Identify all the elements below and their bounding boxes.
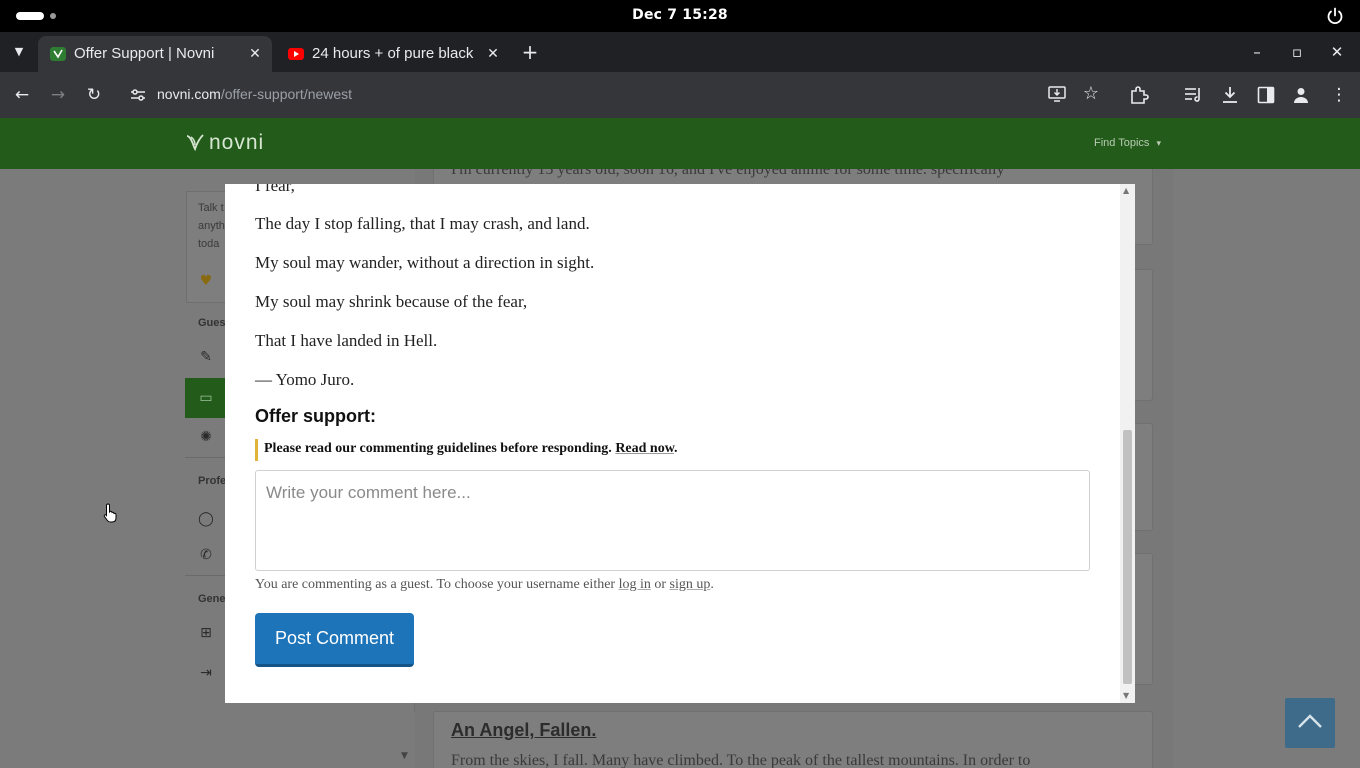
close-tab-icon[interactable]: ✕ — [484, 44, 502, 62]
post-excerpt: I'm currently 15 years old, soon 16, and… — [451, 169, 1005, 178]
side-panel-icon[interactable] — [1257, 86, 1275, 104]
scroll-to-top-button[interactable] — [1285, 698, 1335, 748]
scroll-up-arrow-icon[interactable]: ▲ — [1123, 187, 1132, 195]
url-host: novni.com — [157, 86, 221, 102]
back-icon[interactable]: ← — [10, 83, 34, 107]
tab-strip: ▼ Offer Support | Novni ✕ 24 hours + of … — [0, 32, 1360, 72]
new-tab-button[interactable]: + — [517, 40, 543, 66]
os-clock[interactable]: Dec 7 15:28 — [0, 7, 1360, 23]
offer-support-heading: Offer support: — [255, 406, 376, 426]
sign-in-icon[interactable]: ⇥ — [197, 665, 215, 681]
sidebar-section-heading: Gene — [198, 593, 226, 605]
commenting-guidelines-notice: Please read our commenting guidelines be… — [255, 439, 678, 461]
site-info-icon[interactable] — [130, 88, 146, 102]
guest-note: You are commenting as a guest. To choose… — [255, 577, 714, 593]
chevron-up-icon — [1298, 714, 1322, 728]
gift-icon[interactable]: ⊞ — [197, 625, 215, 641]
sidebar-section-heading: Profe — [198, 475, 227, 487]
close-tab-icon[interactable]: ✕ — [246, 44, 264, 62]
sidebar-divider — [185, 575, 227, 576]
novni-logo-icon — [186, 134, 204, 151]
or-text: or — [654, 577, 667, 592]
guidelines-end: . — [674, 441, 678, 456]
sign-up-link[interactable]: sign up — [670, 577, 711, 592]
reload-icon[interactable]: ↻ — [82, 83, 106, 107]
comment-input[interactable] — [255, 470, 1090, 571]
url-text[interactable]: novni.com/offer-support/newest — [157, 86, 352, 102]
power-icon[interactable] — [1326, 7, 1344, 25]
dropdown-arrow-icon: ▾ — [1156, 138, 1162, 148]
tab-offer-support[interactable]: Offer Support | Novni ✕ — [38, 36, 272, 72]
tab-title: Offer Support | Novni — [74, 45, 215, 62]
url-path: /offer-support/newest — [220, 86, 353, 102]
download-icon[interactable] — [1220, 86, 1240, 104]
scroll-down-arrow-icon[interactable]: ▼ — [1123, 692, 1132, 700]
phone-icon[interactable]: ✆ — [197, 547, 215, 563]
browser-toolbar: ← → ↻ novni.com/offer-support/newest ☆ ⋮ — [0, 72, 1360, 118]
mouse-cursor-icon — [103, 503, 117, 523]
sidebar-divider — [185, 457, 227, 458]
find-topics-label: Find Topics — [1094, 137, 1150, 149]
extensions-icon[interactable] — [1129, 85, 1149, 105]
post-title-link[interactable]: An Angel, Fallen. — [451, 720, 596, 741]
tab-search-button[interactable]: ▼ — [6, 40, 32, 64]
poem-line: My soul may wander, without a direction … — [255, 253, 595, 272]
poem-line: The day I stop falling, that I may crash… — [255, 214, 590, 233]
chat-icon[interactable]: ▭ — [197, 390, 215, 406]
youtube-icon — [288, 48, 304, 60]
minimize-icon[interactable]: – — [1245, 40, 1269, 64]
find-topics-menu[interactable]: Find Topics ▾ — [1094, 137, 1161, 149]
maximize-icon[interactable]: ▫ — [1285, 40, 1309, 64]
scroll-down-icon[interactable]: ▼ — [401, 751, 411, 761]
poem-author: — Yomo Juro. — [255, 370, 355, 389]
sidebar-card-line: Talk t — [198, 202, 224, 214]
site-header: novni Find Topics ▾ — [0, 118, 1360, 169]
profile-icon[interactable] — [1292, 86, 1310, 104]
tab-title: 24 hours + of pure black — [312, 45, 474, 62]
lightbulb-icon[interactable]: ✺ — [197, 429, 215, 445]
forward-icon[interactable]: → — [46, 83, 70, 107]
sidebar-card-line: toda — [198, 238, 220, 250]
sidebar-card-line: anyth — [198, 220, 225, 232]
novni-logo[interactable]: novni — [185, 131, 264, 155]
bookmark-star-icon[interactable]: ☆ — [1080, 82, 1102, 106]
tab-youtube[interactable]: 24 hours + of pure black ✕ — [276, 36, 510, 72]
novni-icon — [50, 47, 66, 61]
heart-icon: ♥ — [199, 273, 213, 289]
offer-support-modal: I fear, The day I stop falling, that I m… — [225, 184, 1135, 703]
post-excerpt: From the skies, I fall. Many have climbe… — [451, 752, 1031, 768]
logo-text: novni — [209, 131, 265, 154]
read-now-link[interactable]: Read now — [615, 441, 674, 456]
browser-menu-icon[interactable]: ⋮ — [1327, 83, 1351, 107]
media-controls-icon[interactable] — [1184, 86, 1204, 104]
guest-note-text: You are commenting as a guest. To choose… — [255, 577, 616, 592]
guest-note-end: . — [710, 577, 714, 592]
address-bar[interactable]: novni.com/offer-support/newest ☆ — [118, 78, 1120, 112]
os-top-bar: Dec 7 15:28 — [0, 0, 1360, 32]
post-comment-button[interactable]: Post Comment — [255, 613, 414, 667]
log-in-link[interactable]: log in — [619, 577, 651, 592]
modal-scrollbar[interactable]: ▲ ▼ — [1120, 184, 1135, 703]
poem-line: My soul may shrink because of the fear, — [255, 292, 528, 311]
poem-line: That I have landed in Hell. — [255, 331, 438, 350]
guidelines-text: Please read our commenting guidelines be… — [264, 441, 612, 456]
edit-icon[interactable]: ✎ — [197, 349, 215, 365]
close-window-icon[interactable]: ✕ — [1325, 40, 1349, 64]
chat-bubble-icon[interactable]: ◯ — [197, 511, 215, 527]
install-app-icon[interactable] — [1048, 86, 1066, 102]
poem-line: I fear, — [255, 184, 295, 195]
scrollbar-thumb[interactable] — [1123, 430, 1132, 684]
